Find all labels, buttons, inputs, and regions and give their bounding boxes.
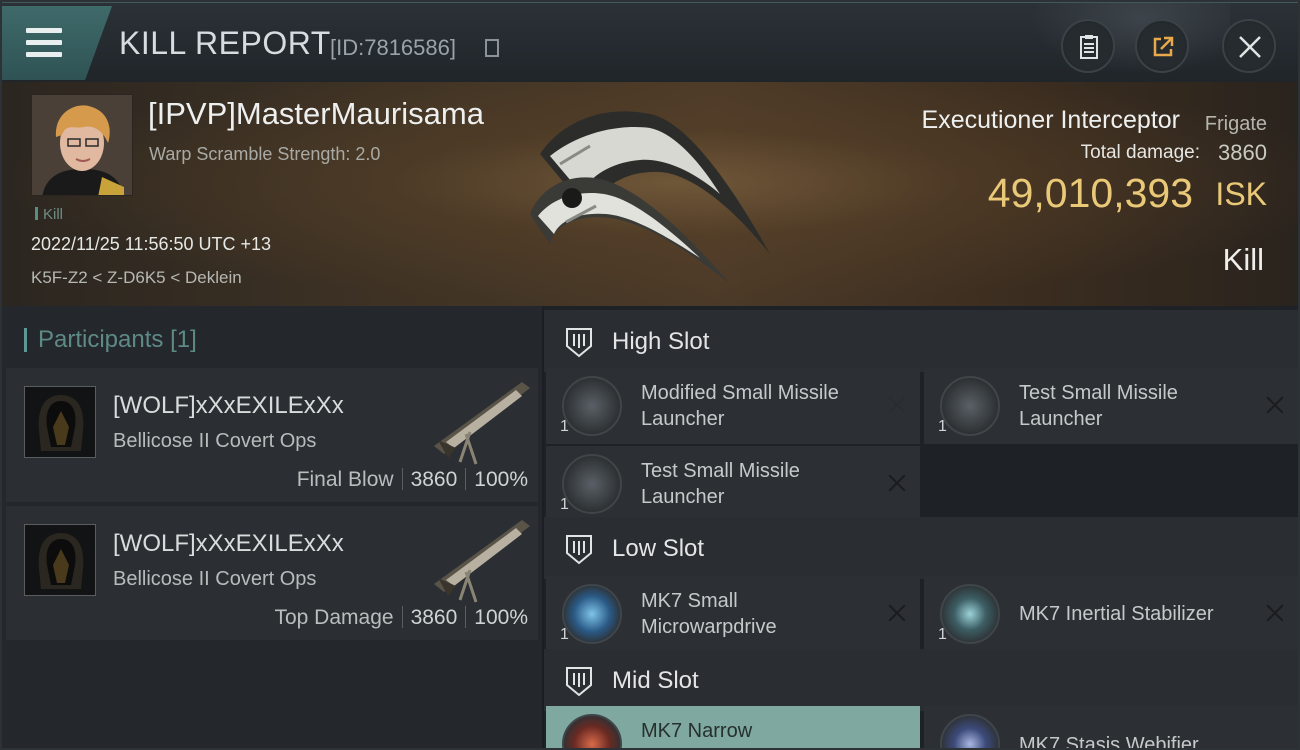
mid-slot-header: Mid Slot <box>544 649 1300 711</box>
copy-icon[interactable] <box>485 39 499 57</box>
module-name: Test Small Missile Launcher <box>641 460 800 508</box>
clipboard-icon <box>1080 35 1098 59</box>
victim-ship-image[interactable] <box>520 94 790 294</box>
module-item[interactable]: 1 Test Small Missile Launcher <box>546 446 920 522</box>
participants-header: Participants [1] <box>24 326 197 354</box>
remove-icon[interactable] <box>1264 394 1286 416</box>
module-name: Test Small Missile Launcher <box>1019 382 1178 430</box>
remove-icon[interactable] <box>886 394 908 416</box>
page-title: KILL REPORT <box>119 25 331 61</box>
launcher-icon <box>562 454 622 514</box>
participant-role: Top Damage <box>274 606 394 629</box>
kill-location[interactable]: K5F-Z2 < Z-D6K5 < Deklein <box>31 268 242 288</box>
report-id: [ID:7816586] <box>330 35 456 60</box>
remove-icon[interactable] <box>886 472 908 494</box>
participant-stats: Top Damage 3860 100% <box>274 606 528 630</box>
warp-scramble-strength: Warp Scramble Strength: 2.0 <box>149 144 381 164</box>
kill-status: Kill <box>1222 242 1264 277</box>
low-slot-header: Low Slot <box>544 517 1300 579</box>
launcher-icon <box>940 376 1000 436</box>
victim-ship-class: Frigate <box>1204 113 1267 135</box>
participant-damage: 3860 <box>410 606 458 629</box>
total-damage-value: 3860 <box>1218 140 1267 165</box>
microwarpdrive-icon <box>562 584 622 644</box>
module-name: MK7 Narrow <box>641 720 753 742</box>
isk-unit: ISK <box>1215 176 1267 212</box>
kill-summary-banner: [IPVP]MasterMaurisama Warp Scramble Stre… <box>0 82 1300 306</box>
module-name: Modified Small Missile Launcher <box>641 382 839 430</box>
slot-icon <box>566 535 592 565</box>
participant-ship: Bellicose II Covert Ops <box>113 430 317 452</box>
kill-datetime: 2022/11/25 11:56:50 UTC +13 <box>31 234 272 254</box>
webifier-icon <box>940 714 1000 750</box>
pilot-portrait[interactable] <box>31 94 133 196</box>
remove-icon[interactable] <box>1264 602 1286 624</box>
slot-icon <box>566 328 592 358</box>
module-item[interactable]: 1 MK7 Inertial Stabilizer <box>924 576 1298 652</box>
module-name: MK7 Stasis Webifier <box>1019 734 1199 750</box>
participant-ship-image[interactable] <box>426 512 536 604</box>
victim-ship-name[interactable]: Executioner Interceptor <box>922 106 1180 135</box>
corp-logo <box>24 386 96 458</box>
module-name: MK7 Small Microwarpdrive <box>641 590 777 638</box>
module-item-selected[interactable]: MK7 Narrow <box>546 706 920 750</box>
corp-logo <box>24 524 96 596</box>
participant-card[interactable]: [WOLF]xXxEXILExXx Bellicose II Covert Op… <box>6 506 538 640</box>
participant-ship: Bellicose II Covert Ops <box>113 568 317 590</box>
close-icon <box>1239 36 1261 58</box>
module-quantity: 1 <box>938 418 947 435</box>
participant-ship-image[interactable] <box>426 374 536 466</box>
high-slot-label: High Slot <box>612 328 710 355</box>
participants-count: [1] <box>170 326 197 353</box>
share-button[interactable] <box>1135 19 1189 73</box>
module-item[interactable]: 1 Modified Small Missile Launcher <box>546 368 920 444</box>
participant-stats: Final Blow 3860 100% <box>297 468 528 492</box>
top-bar: KILL REPORT [ID:7816586] <box>0 0 1300 83</box>
participants-panel: Participants [1] [WOLF]xXxEXILExXx Belli… <box>0 306 542 750</box>
module-item[interactable]: 1 Test Small Missile Launcher <box>924 368 1298 444</box>
close-button[interactable] <box>1222 19 1276 73</box>
module-quantity: 1 <box>938 626 947 643</box>
background-planet <box>1010 3 1230 83</box>
module-quantity: 1 <box>560 418 569 435</box>
kill-tag: Kill <box>35 206 63 223</box>
menu-button[interactable] <box>0 6 112 80</box>
launcher-icon <box>562 376 622 436</box>
stabilizer-icon <box>940 584 1000 644</box>
participant-card[interactable]: [WOLF]xXxEXILExXx Bellicose II Covert Op… <box>6 368 538 502</box>
module-item[interactable]: 1 MK7 Small Microwarpdrive <box>546 576 920 652</box>
participants-label: Participants <box>38 326 164 353</box>
module-quantity: 1 <box>560 626 569 643</box>
low-slot-label: Low Slot <box>612 535 705 562</box>
module-item[interactable]: MK7 Stasis Webifier <box>924 706 1298 750</box>
participant-name[interactable]: [WOLF]xXxEXILExXx <box>113 392 344 420</box>
menu-icon <box>26 28 62 58</box>
victim-pilot-name[interactable]: [IPVP]MasterMaurisama <box>148 96 484 132</box>
scanner-icon <box>562 714 622 750</box>
module-quantity: 1 <box>560 496 569 513</box>
total-damage-label: Total damage: <box>1080 142 1200 163</box>
high-slot-header: High Slot <box>544 310 1300 372</box>
participant-percent: 100% <box>474 468 528 491</box>
participant-role: Final Blow <box>296 468 394 491</box>
participant-damage: 3860 <box>410 468 458 491</box>
remove-icon[interactable] <box>886 602 908 624</box>
slot-icon <box>566 667 592 697</box>
participant-name[interactable]: [WOLF]xXxEXILExXx <box>113 530 344 558</box>
isk-value: 49,010,393 <box>987 170 1193 216</box>
fitting-panel: High Slot 1 Modified Small Missile Launc… <box>544 306 1300 750</box>
mid-slot-label: Mid Slot <box>612 667 699 694</box>
module-name: MK7 Inertial Stabilizer <box>1019 603 1214 625</box>
clipboard-button[interactable] <box>1061 19 1115 73</box>
participant-percent: 100% <box>474 606 528 629</box>
share-icon <box>1153 36 1174 57</box>
